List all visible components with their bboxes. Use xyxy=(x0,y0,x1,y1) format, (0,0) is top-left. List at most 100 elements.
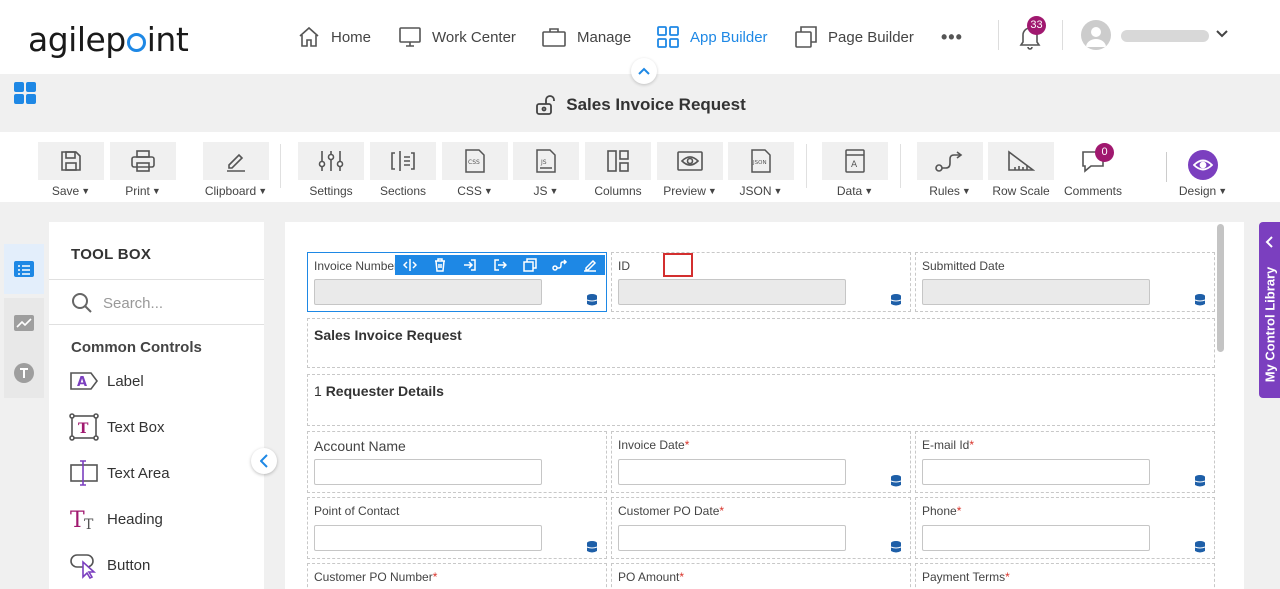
js-button[interactable]: JS JS ▼ xyxy=(513,142,579,198)
settings-label: Settings xyxy=(309,184,353,198)
collapse-header-button[interactable] xyxy=(631,58,657,84)
css-button[interactable]: CSS CSS ▼ xyxy=(442,142,508,198)
nav-manage[interactable]: Manage xyxy=(541,20,631,54)
js-label: JS xyxy=(533,184,548,198)
caret-down-icon: ▼ xyxy=(961,186,971,196)
toolbox-item-text-area[interactable]: Text Area xyxy=(69,459,170,487)
database-icon[interactable] xyxy=(1194,540,1206,554)
email-id-control[interactable]: E-mail Id* xyxy=(915,431,1215,493)
rules-button[interactable]: Rules ▼ xyxy=(917,142,983,198)
clipboard-button[interactable]: Clipboard ▼ xyxy=(203,142,269,198)
toolbox-item-label[interactable]: A Label xyxy=(69,367,144,395)
css-label: CSS xyxy=(457,184,482,198)
preview-button[interactable]: Preview ▼ xyxy=(657,142,723,198)
submitted-date-control[interactable]: Submitted Date xyxy=(915,252,1215,312)
toolbox-item-text-box[interactable]: T Text Box xyxy=(69,413,165,441)
point-of-contact-control[interactable]: Point of Contact xyxy=(307,497,607,559)
delete-icon[interactable] xyxy=(425,255,455,275)
field-label: Account Name xyxy=(314,438,406,454)
json-button[interactable]: JSON JSON ▼ xyxy=(728,142,794,198)
database-icon[interactable] xyxy=(890,540,902,554)
customer-po-date-input[interactable] xyxy=(618,525,846,551)
data-button[interactable]: A Data ▼ xyxy=(822,142,888,198)
email-id-input[interactable] xyxy=(922,459,1150,485)
point-of-contact-input[interactable] xyxy=(314,525,542,551)
caret-down-icon: ▼ xyxy=(81,186,91,196)
columns-button[interactable]: Columns xyxy=(585,142,651,198)
field-label-text: Customer PO Date xyxy=(618,504,720,518)
submitted-date-input[interactable] xyxy=(922,279,1150,305)
json-label: JSON xyxy=(739,184,772,198)
id-input[interactable] xyxy=(618,279,846,305)
sections-button[interactable]: Sections xyxy=(370,142,436,198)
invoice-date-control[interactable]: Invoice Date* xyxy=(611,431,911,493)
nav-more-button[interactable]: ••• xyxy=(941,20,963,54)
sections-label: Sections xyxy=(379,184,427,198)
account-name-input[interactable] xyxy=(314,459,542,485)
move-out-icon[interactable] xyxy=(485,255,515,275)
svg-text:T: T xyxy=(78,421,89,437)
duplicate-icon[interactable] xyxy=(515,255,545,275)
design-button[interactable]: Design ▼ xyxy=(1170,142,1236,198)
user-menu-chevron-down-icon[interactable] xyxy=(1215,29,1229,39)
invoice-number-input[interactable] xyxy=(314,279,542,305)
nav-work-center[interactable]: Work Center xyxy=(398,20,516,54)
toolbox-item-heading[interactable]: TT Heading xyxy=(69,505,163,533)
canvas-scrollbar[interactable] xyxy=(1217,224,1224,352)
print-button[interactable]: Print ▼ xyxy=(110,142,176,198)
trend-chart-icon xyxy=(14,315,34,331)
move-in-icon[interactable] xyxy=(455,255,485,275)
invoice-number-control[interactable]: Invoice Number xyxy=(307,252,693,312)
edit-icon[interactable] xyxy=(575,255,605,275)
row-scale-button[interactable]: Row Scale xyxy=(988,142,1054,198)
field-label-text: PO Amount xyxy=(618,570,680,584)
section-requester-details[interactable]: 1 Requester Details xyxy=(307,374,1215,426)
section-heading: 1 Requester Details xyxy=(314,383,444,399)
payment-terms-control[interactable]: Payment Terms* xyxy=(915,563,1215,589)
sections-icon xyxy=(370,142,436,180)
nav-home[interactable]: Home xyxy=(297,20,371,54)
comments-button[interactable]: Comments xyxy=(1060,142,1126,198)
my-control-library-tab[interactable]: My Control Library xyxy=(1259,222,1280,398)
unlock-icon xyxy=(536,95,556,115)
nav-page-builder[interactable]: Page Builder xyxy=(794,20,914,54)
account-name-control[interactable]: Account Name xyxy=(307,431,607,493)
settings-button[interactable]: Settings xyxy=(298,142,364,198)
customer-po-number-control[interactable]: Customer PO Number* xyxy=(307,563,607,589)
my-control-library-label: My Control Library xyxy=(1262,266,1278,382)
toolbox-item-button[interactable]: Button xyxy=(69,551,150,579)
rules-link-icon[interactable] xyxy=(545,255,575,275)
collapse-toolbox-button[interactable] xyxy=(251,448,277,474)
phone-control[interactable]: Phone* xyxy=(915,497,1215,559)
database-icon[interactable] xyxy=(586,540,598,554)
form-heading-control[interactable]: Sales Invoice Request xyxy=(307,318,1215,368)
design-eye-icon xyxy=(1188,150,1218,180)
database-icon[interactable] xyxy=(890,474,902,488)
field-label: ID xyxy=(618,259,630,273)
database-icon[interactable] xyxy=(1194,474,1206,488)
id-control[interactable]: ID xyxy=(611,252,911,312)
split-icon[interactable] xyxy=(395,255,425,275)
analytics-tab[interactable] xyxy=(4,298,44,348)
agilepoint-logo[interactable]: agilep int xyxy=(28,20,189,60)
required-mark: * xyxy=(679,570,685,584)
invoice-date-input[interactable] xyxy=(618,459,846,485)
avatar[interactable] xyxy=(1081,20,1111,50)
svg-text:JSON: JSON xyxy=(752,160,767,166)
database-icon[interactable] xyxy=(890,293,902,307)
field-label: Customer PO Number* xyxy=(314,570,437,584)
database-icon[interactable] xyxy=(1194,293,1206,307)
nav-app-builder[interactable]: App Builder xyxy=(656,20,768,54)
toolbox-search-input[interactable]: Search... xyxy=(71,292,163,314)
customer-po-date-control[interactable]: Customer PO Date* xyxy=(611,497,911,559)
phone-input[interactable] xyxy=(922,525,1150,551)
po-amount-control[interactable]: PO Amount* xyxy=(611,563,911,589)
label-control-icon: A xyxy=(69,367,99,395)
toolbox-tab[interactable] xyxy=(4,244,44,294)
save-button[interactable]: Save ▼ xyxy=(38,142,104,198)
user-name-blurred[interactable] xyxy=(1121,30,1209,42)
left-rail xyxy=(0,236,48,589)
theme-tab[interactable] xyxy=(4,348,44,398)
database-icon[interactable] xyxy=(586,293,598,307)
control-toolbar xyxy=(395,253,693,277)
